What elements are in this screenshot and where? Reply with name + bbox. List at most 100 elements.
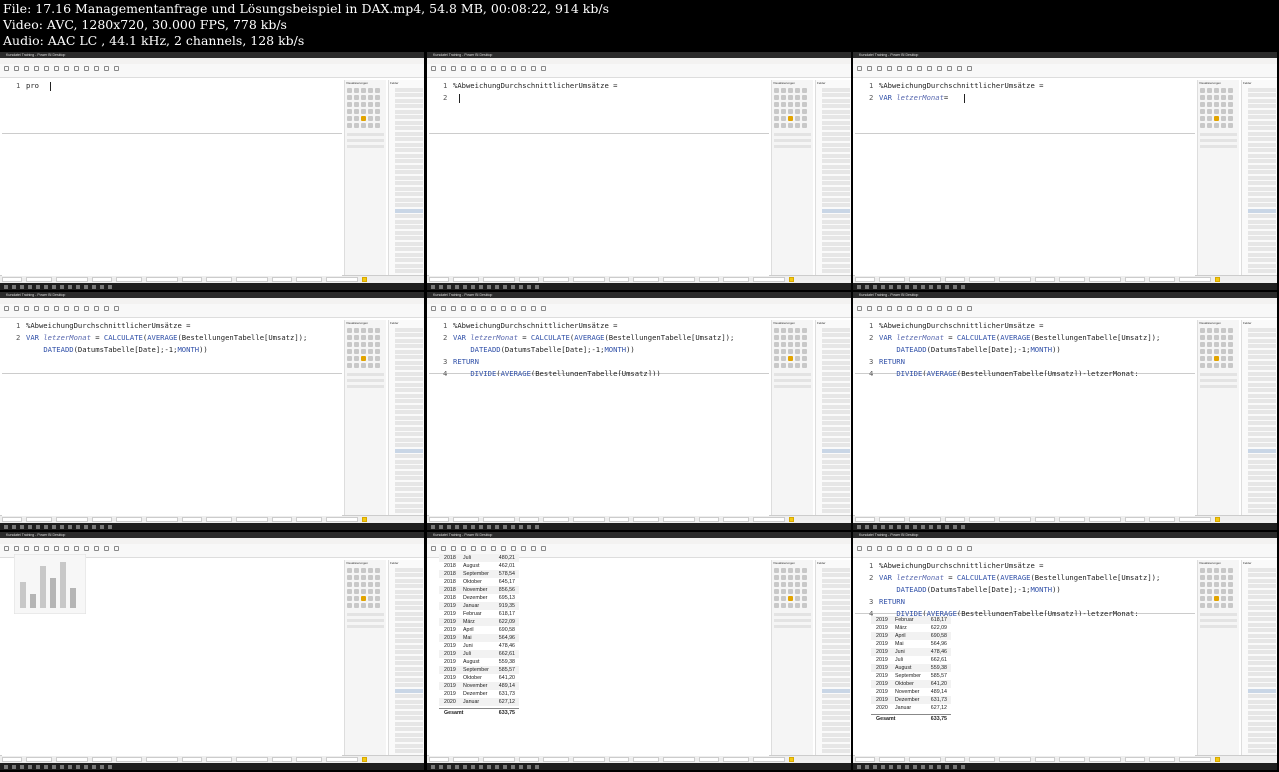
taskbar-icon[interactable] bbox=[108, 284, 112, 289]
visual-type-icon[interactable] bbox=[802, 102, 807, 107]
taskbar-icon[interactable] bbox=[92, 764, 96, 769]
field-item[interactable] bbox=[395, 732, 423, 737]
report-page-tab[interactable] bbox=[879, 277, 905, 282]
taskbar-icon[interactable] bbox=[865, 524, 869, 529]
report-page-tab[interactable] bbox=[116, 517, 142, 522]
visual-type-icon[interactable] bbox=[1221, 95, 1226, 100]
visual-type-icon[interactable] bbox=[774, 102, 779, 107]
visual-type-icon[interactable] bbox=[1228, 363, 1233, 368]
taskbar-icon[interactable] bbox=[881, 524, 885, 529]
visual-type-icon[interactable] bbox=[1207, 95, 1212, 100]
taskbar-icon[interactable] bbox=[100, 284, 104, 289]
taskbar-icon[interactable] bbox=[511, 284, 515, 289]
ribbon-icon[interactable] bbox=[94, 546, 99, 551]
taskbar-icon[interactable] bbox=[961, 524, 965, 529]
visual-type-icon[interactable] bbox=[781, 88, 786, 93]
field-item[interactable] bbox=[822, 192, 850, 196]
visual-type-icon[interactable] bbox=[795, 568, 800, 573]
field-item[interactable] bbox=[1248, 606, 1276, 610]
ribbon-icon[interactable] bbox=[877, 66, 882, 71]
taskbar-icon[interactable] bbox=[873, 764, 877, 769]
field-item[interactable] bbox=[1248, 567, 1276, 572]
visual-type-icon[interactable] bbox=[1200, 575, 1205, 580]
pane-field-well[interactable] bbox=[347, 145, 384, 148]
field-item[interactable] bbox=[395, 382, 423, 387]
visual-type-icon[interactable] bbox=[795, 589, 800, 594]
field-item[interactable] bbox=[1248, 236, 1276, 240]
report-page-tab[interactable] bbox=[699, 517, 719, 522]
ribbon-icon[interactable] bbox=[887, 306, 892, 311]
ribbon-icon[interactable] bbox=[34, 66, 39, 71]
visual-type-icon[interactable] bbox=[1200, 363, 1205, 368]
visual-type-icon[interactable] bbox=[781, 596, 786, 601]
field-item[interactable] bbox=[1248, 93, 1276, 97]
visual-type-icon[interactable] bbox=[1214, 568, 1219, 573]
field-item[interactable] bbox=[822, 399, 850, 403]
field-item[interactable] bbox=[395, 672, 423, 676]
visual-type-icon[interactable] bbox=[781, 589, 786, 594]
visual-type-icon[interactable] bbox=[347, 603, 352, 608]
report-page-tab[interactable] bbox=[26, 277, 52, 282]
visual-type-icon[interactable] bbox=[347, 123, 352, 128]
taskbar-icon[interactable] bbox=[889, 284, 893, 289]
taskbar-icon[interactable] bbox=[897, 764, 901, 769]
field-item[interactable] bbox=[822, 263, 850, 268]
ribbon-icon[interactable] bbox=[857, 546, 862, 551]
pane-field-well[interactable] bbox=[347, 133, 384, 136]
taskbar-icon[interactable] bbox=[921, 524, 925, 529]
visual-type-icon[interactable] bbox=[361, 328, 366, 333]
visual-type-icon[interactable] bbox=[1214, 603, 1219, 608]
visual-type-icon[interactable] bbox=[781, 363, 786, 368]
report-page-tab[interactable] bbox=[1179, 517, 1211, 522]
field-item[interactable] bbox=[822, 197, 850, 202]
report-page-tab[interactable] bbox=[483, 517, 515, 522]
taskbar-icon[interactable] bbox=[945, 764, 949, 769]
ribbon-icon[interactable] bbox=[461, 66, 466, 71]
visual-type-icon[interactable] bbox=[788, 596, 793, 601]
field-item[interactable] bbox=[822, 749, 850, 753]
taskbar-icon[interactable] bbox=[52, 524, 56, 529]
field-item[interactable] bbox=[1248, 677, 1276, 682]
ribbon-icon[interactable] bbox=[907, 546, 912, 551]
visual-type-icon[interactable] bbox=[802, 95, 807, 100]
ribbon-icon[interactable] bbox=[867, 66, 872, 71]
visual-type-icon[interactable] bbox=[802, 342, 807, 347]
field-item[interactable] bbox=[1248, 639, 1276, 643]
report-page-tab[interactable] bbox=[272, 517, 292, 522]
visual-type-icon[interactable] bbox=[802, 589, 807, 594]
visual-type-icon[interactable] bbox=[774, 335, 779, 340]
taskbar-icon[interactable] bbox=[503, 524, 507, 529]
pane-field-well[interactable] bbox=[774, 145, 811, 148]
visual-type-icon[interactable] bbox=[375, 335, 380, 340]
field-item[interactable] bbox=[395, 743, 423, 748]
field-item[interactable] bbox=[1248, 241, 1276, 246]
visual-type-icon[interactable] bbox=[1228, 88, 1233, 93]
visual-type-icon[interactable] bbox=[802, 116, 807, 121]
report-page-tab[interactable] bbox=[945, 517, 965, 522]
visual-type-icon[interactable] bbox=[1221, 356, 1226, 361]
report-page-tab[interactable] bbox=[699, 277, 719, 282]
visual-type-icon[interactable] bbox=[1200, 342, 1205, 347]
report-page-tab[interactable] bbox=[753, 517, 785, 522]
field-item[interactable] bbox=[822, 148, 850, 152]
field-item[interactable] bbox=[1248, 600, 1276, 605]
field-item[interactable] bbox=[395, 170, 423, 174]
field-item[interactable] bbox=[822, 688, 850, 693]
visual-type-icon[interactable] bbox=[368, 102, 373, 107]
report-page-tab[interactable] bbox=[483, 757, 515, 762]
pane-field-well[interactable] bbox=[347, 379, 384, 382]
field-item[interactable] bbox=[822, 628, 850, 632]
visual-type-icon[interactable] bbox=[347, 349, 352, 354]
ribbon-icon[interactable] bbox=[917, 66, 922, 71]
field-item[interactable] bbox=[1248, 584, 1276, 588]
visual-type-icon[interactable] bbox=[788, 95, 793, 100]
field-item[interactable] bbox=[395, 595, 423, 599]
taskbar-icon[interactable] bbox=[519, 524, 523, 529]
visual-type-icon[interactable] bbox=[1200, 95, 1205, 100]
visual-type-icon[interactable] bbox=[781, 603, 786, 608]
field-item[interactable] bbox=[1248, 498, 1276, 502]
visual-type-icon[interactable] bbox=[781, 568, 786, 573]
visual-type-icon[interactable] bbox=[1228, 116, 1233, 121]
field-item[interactable] bbox=[1248, 349, 1276, 354]
field-item[interactable] bbox=[822, 181, 850, 185]
